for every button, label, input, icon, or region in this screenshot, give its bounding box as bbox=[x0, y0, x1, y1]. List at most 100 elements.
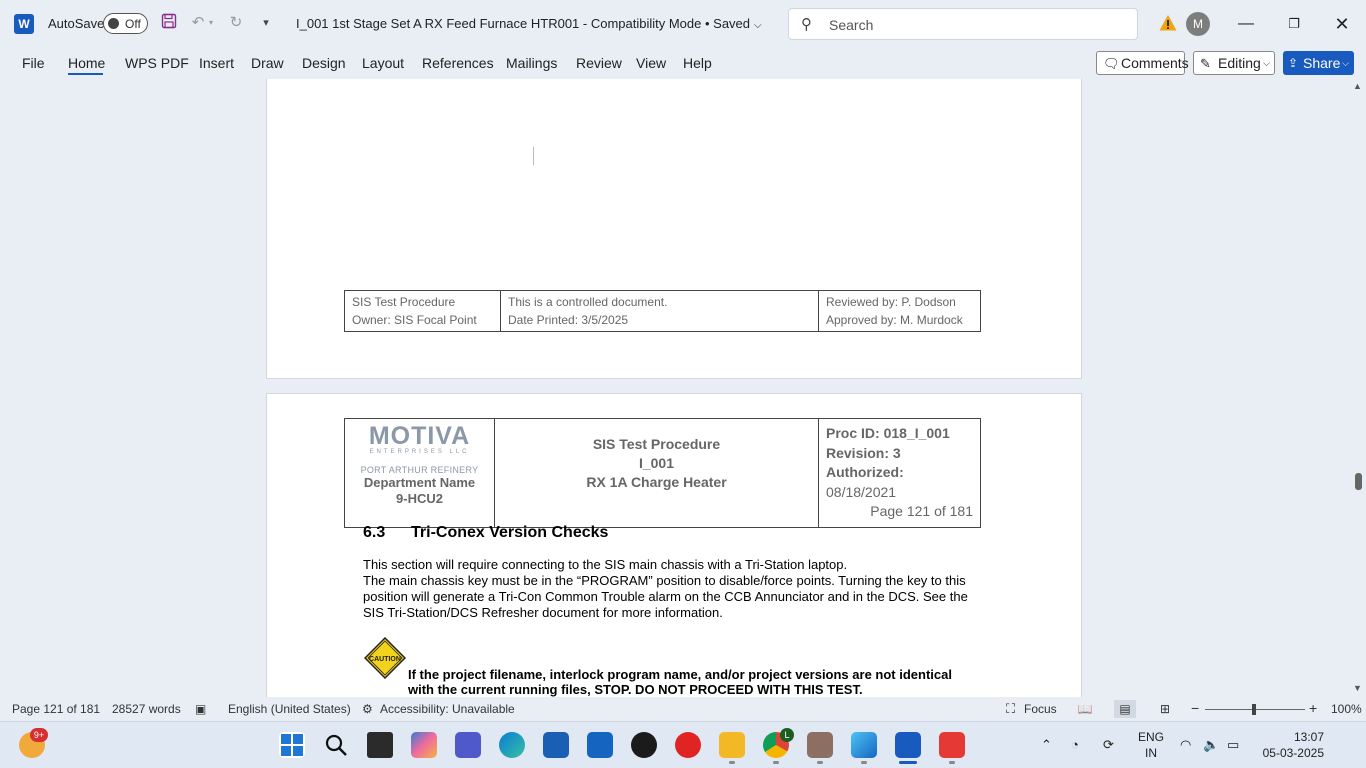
footer-left: SIS Test Procedure Owner: SIS Focal Poin… bbox=[344, 290, 501, 332]
tab-file[interactable]: File bbox=[22, 55, 45, 71]
close-button[interactable]: ✕ bbox=[1330, 12, 1354, 36]
comments-button[interactable]: 🗨 Comments bbox=[1096, 51, 1189, 75]
section-title: Tri-Conex Version Checks bbox=[411, 524, 609, 541]
footer-right-line-2: Approved by: M. Murdock bbox=[826, 313, 963, 327]
scroll-down-icon[interactable]: ▼ bbox=[1353, 683, 1362, 693]
minimize-button[interactable]: — bbox=[1234, 12, 1258, 36]
section-body: This section will require connecting to … bbox=[363, 557, 973, 621]
page-footer-table: SIS Test Procedure Owner: SIS Focal Poin… bbox=[344, 290, 981, 332]
running-indicator bbox=[773, 761, 779, 764]
footer-right: Reviewed by: P. Dodson Approved by: M. M… bbox=[818, 290, 981, 332]
battery-icon[interactable]: ▭ bbox=[1227, 737, 1239, 753]
task-view-icon[interactable] bbox=[367, 732, 393, 758]
running-indicator bbox=[861, 761, 867, 764]
store-icon[interactable] bbox=[543, 732, 569, 758]
tab-draw[interactable]: Draw bbox=[251, 55, 284, 71]
header-title-line-3: RX 1A Charge Heater bbox=[586, 474, 727, 490]
zoom-slider-thumb[interactable] bbox=[1252, 704, 1256, 715]
edge-icon[interactable] bbox=[499, 732, 525, 758]
zoom-in-icon[interactable]: + bbox=[1309, 700, 1317, 716]
app-icon[interactable] bbox=[939, 732, 965, 758]
document-title[interactable]: I_001 1st Stage Set A RX Feed Furnace HT… bbox=[296, 16, 762, 31]
volume-icon[interactable]: 🔈 bbox=[1203, 737, 1219, 753]
warning-icon[interactable] bbox=[1159, 14, 1179, 34]
teams-icon[interactable] bbox=[455, 732, 481, 758]
dell-icon[interactable] bbox=[631, 732, 657, 758]
authorized: Authorized: 08/18/2021 bbox=[826, 463, 973, 502]
power-automate-icon[interactable] bbox=[587, 732, 613, 758]
tab-references[interactable]: References bbox=[422, 55, 494, 71]
motiva-logo: MOTIVA bbox=[368, 422, 471, 450]
tab-insert[interactable]: Insert bbox=[199, 55, 234, 71]
share-button[interactable]: ⇪ Share ⌵ bbox=[1283, 51, 1354, 75]
copilot-icon[interactable] bbox=[411, 732, 437, 758]
word-count[interactable]: 28527 words bbox=[112, 702, 181, 716]
comment-icon: 🗨 bbox=[1103, 56, 1120, 71]
tab-home[interactable]: Home bbox=[68, 55, 105, 71]
body-line-2: The main chassis key must be in the “PRO… bbox=[363, 573, 968, 620]
tab-review[interactable]: Review bbox=[576, 55, 622, 71]
running-indicator bbox=[817, 761, 823, 764]
save-icon[interactable] bbox=[159, 13, 179, 33]
scroll-up-icon[interactable]: ▲ bbox=[1353, 81, 1362, 91]
read-mode-icon[interactable]: 📖 bbox=[1074, 700, 1096, 718]
wifi-icon[interactable]: ◠ bbox=[1180, 737, 1191, 753]
chevron-down-icon: ⌵ bbox=[1342, 58, 1349, 68]
document-page[interactable]: SIS Test Procedure Owner: SIS Focal Poin… bbox=[266, 79, 1082, 379]
tab-help[interactable]: Help bbox=[683, 55, 712, 71]
network-status-icon[interactable]: ◔ bbox=[1071, 737, 1079, 752]
focus-icon: ⛶ bbox=[1006, 701, 1016, 716]
tab-design[interactable]: Design bbox=[302, 55, 346, 71]
pencil-icon: ✎ bbox=[1200, 56, 1211, 71]
document-page[interactable]: MOTIVA ENTERPRISES LLC PORT ARTHUR REFIN… bbox=[266, 393, 1082, 697]
scrollbar-thumb[interactable] bbox=[1355, 473, 1362, 490]
notification-badge: 9+ bbox=[30, 728, 48, 742]
start-icon[interactable] bbox=[279, 732, 305, 758]
word-taskbar-icon[interactable] bbox=[895, 732, 921, 758]
customize-toolbar-icon[interactable]: ▾ bbox=[256, 13, 276, 33]
footer-left-line-1: SIS Test Procedure bbox=[352, 295, 456, 309]
focus-button[interactable]: Focus bbox=[1024, 702, 1057, 716]
language-indicator[interactable]: English (United States) bbox=[228, 702, 351, 716]
tab-layout[interactable]: Layout bbox=[362, 55, 404, 71]
print-layout-icon[interactable]: ▤ bbox=[1114, 700, 1136, 718]
running-indicator bbox=[729, 761, 735, 764]
vertical-scrollbar[interactable]: ▲ ▼ bbox=[1350, 79, 1366, 697]
redo-icon[interactable]: ↻ bbox=[226, 13, 246, 33]
page-indicator[interactable]: Page 121 of 181 bbox=[12, 702, 100, 716]
zoom-out-icon[interactable]: − bbox=[1191, 700, 1199, 716]
department-unit: 9-HCU2 bbox=[396, 491, 443, 506]
tab-wps-pdf[interactable]: WPS PDF bbox=[125, 55, 189, 71]
search-box[interactable]: ⚲ Search bbox=[788, 8, 1138, 40]
avatar[interactable]: M bbox=[1186, 12, 1210, 36]
opera-icon[interactable] bbox=[675, 732, 701, 758]
autosave-state: Off bbox=[125, 17, 141, 31]
tab-mailings[interactable]: Mailings bbox=[506, 55, 557, 71]
proc-id: Proc ID: 018_I_001 bbox=[826, 425, 950, 441]
running-indicator bbox=[949, 761, 955, 764]
clock[interactable]: 13:07 05-03-2025 bbox=[1260, 729, 1324, 761]
revision: Revision: 3 bbox=[826, 444, 901, 461]
chevron-up-icon[interactable]: ⌃ bbox=[1041, 737, 1052, 753]
autosave-toggle[interactable]: Off bbox=[103, 13, 148, 34]
search-icon[interactable] bbox=[323, 732, 349, 758]
web-layout-icon[interactable]: ⊞ bbox=[1154, 700, 1176, 718]
proofing-icon[interactable]: ▣ bbox=[195, 702, 206, 716]
app-icon[interactable] bbox=[851, 732, 877, 758]
document-canvas[interactable]: SIS Test Procedure Owner: SIS Focal Poin… bbox=[0, 79, 1350, 697]
zoom-level[interactable]: 100% bbox=[1331, 702, 1362, 716]
header-info-cell: Proc ID: 018_I_001 Revision: 3 Authorize… bbox=[818, 418, 981, 528]
editing-mode-button[interactable]: ✎ Editing ⌵ bbox=[1193, 51, 1275, 75]
file-explorer-icon[interactable] bbox=[719, 732, 745, 758]
header-title-cell: SIS Test Procedure I_001 RX 1A Charge He… bbox=[494, 418, 819, 528]
sync-icon[interactable]: ⟳ bbox=[1103, 737, 1114, 753]
input-language[interactable]: ENG IN bbox=[1138, 729, 1164, 761]
undo-dropdown-icon[interactable]: ▾ bbox=[206, 13, 216, 33]
accessibility-status[interactable]: Accessibility: Unavailable bbox=[380, 702, 515, 716]
header-logo-cell: MOTIVA ENTERPRISES LLC PORT ARTHUR REFIN… bbox=[344, 418, 495, 528]
tab-view[interactable]: View bbox=[636, 55, 666, 71]
app-icon[interactable] bbox=[807, 732, 833, 758]
undo-icon[interactable]: ↶ bbox=[188, 13, 208, 33]
logo-subtitle: ENTERPRISES LLC bbox=[369, 449, 470, 455]
restore-button[interactable]: ❐ bbox=[1282, 12, 1306, 36]
